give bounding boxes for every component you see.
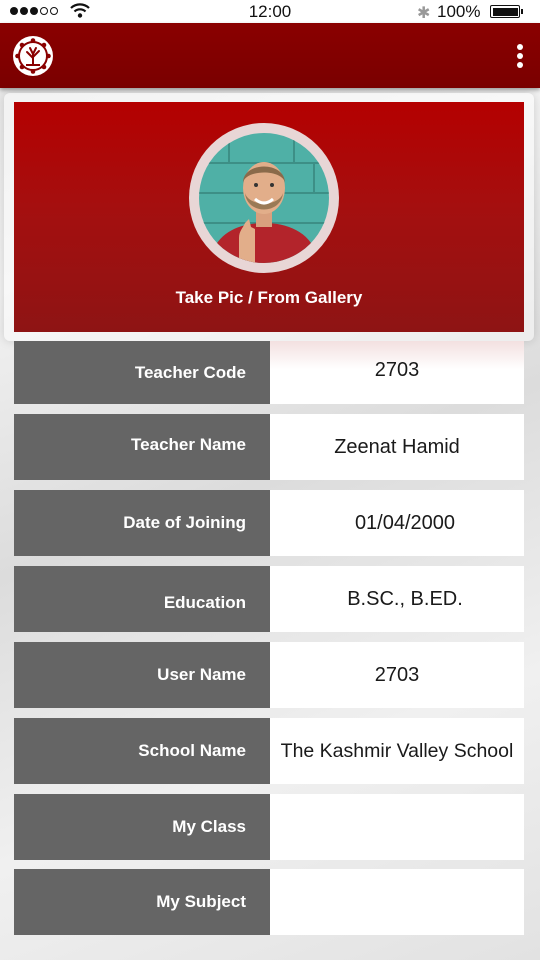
field-value: Zeenat Hamid [270, 414, 524, 480]
field-row-school-name: School Name The Kashmir Valley School [14, 718, 524, 784]
profile-photo[interactable] [189, 123, 339, 273]
battery-icon [490, 5, 523, 18]
battery-percent: 100% [437, 2, 481, 21]
status-bar: 12:00 ✱ 100% [0, 0, 540, 23]
field-row-my-class: My Class [14, 794, 524, 860]
field-value: 2703 [270, 642, 524, 708]
field-label: Date of Joining [14, 490, 270, 556]
field-label: Teacher Name [14, 414, 270, 480]
field-label: User Name [14, 642, 270, 708]
field-label: School Name [14, 718, 270, 784]
field-label: My Subject [14, 869, 270, 935]
bluetooth-icon: ✱ [417, 5, 431, 22]
field-row-teacher-name: Teacher Name Zeenat Hamid [14, 414, 524, 480]
field-value: 01/04/2000 [270, 490, 524, 556]
field-value: 2703 [270, 341, 524, 404]
field-row-teacher-code: Teacher Code 2703 [14, 341, 524, 404]
app-bar [0, 23, 540, 88]
field-label: Education [14, 566, 270, 632]
field-row-date-of-joining: Date of Joining 01/04/2000 [14, 490, 524, 556]
field-label: My Class [14, 794, 270, 860]
tree-logo-icon[interactable] [12, 35, 54, 77]
field-label: Teacher Code [14, 341, 270, 404]
field-row-my-subject: My Subject [14, 869, 524, 935]
profile-card: Take Pic / From Gallery [14, 102, 524, 332]
field-row-user-name: User Name 2703 [14, 642, 524, 708]
avatar [199, 133, 329, 263]
field-value: The Kashmir Valley School [270, 718, 524, 784]
take-pic-from-gallery-link[interactable]: Take Pic / From Gallery [14, 288, 524, 308]
more-options-button[interactable] [506, 37, 534, 75]
field-value: B.SC., B.ED. [270, 566, 524, 632]
field-value [270, 869, 524, 935]
field-row-education: Education B.SC., B.ED. [14, 566, 524, 632]
field-value [270, 794, 524, 860]
more-vert-icon [517, 44, 523, 50]
